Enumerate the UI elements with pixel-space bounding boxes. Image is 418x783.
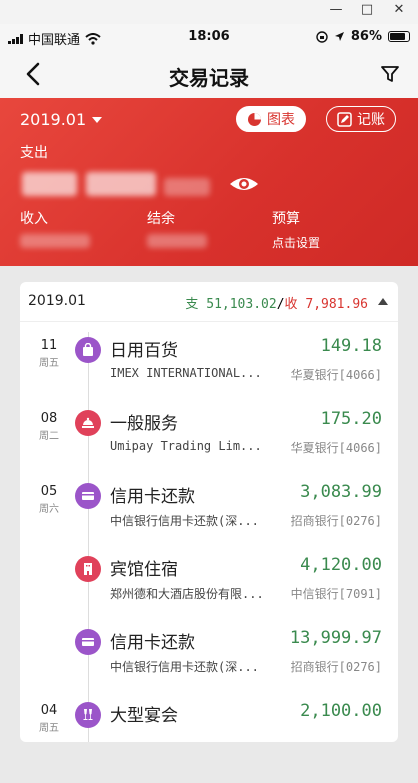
expense-prefix: 支 — [185, 297, 199, 312]
page-title: 交易记录 — [169, 66, 249, 90]
row-weekday: 周六 — [39, 504, 59, 515]
transaction-row[interactable]: 11 周五 日用百货 149.18 IMEX INTERNATIONAL... 华… — [20, 334, 398, 407]
row-amount: 2,100.00 — [300, 701, 382, 721]
row-category: 日用百货 — [110, 341, 178, 361]
service-icon — [75, 410, 101, 436]
month-summary-row[interactable]: 2019.01 支 51,103.02/收 7,981.96 — [20, 282, 398, 322]
row-description: 中信银行信用卡还款(深... — [110, 660, 259, 674]
row-bank: 招商银行[0276] — [290, 514, 382, 528]
row-category: 一般服务 — [110, 414, 178, 434]
month-label: 2019.01 — [20, 110, 87, 129]
navigation-bar: 交易记录 — [0, 50, 418, 98]
income-label: 收入 — [20, 211, 48, 227]
edit-icon — [337, 111, 352, 127]
row-category: 信用卡还款 — [110, 633, 195, 653]
income-total: 7,981.96 — [305, 297, 368, 312]
balance-label: 结余 — [147, 211, 175, 227]
battery-percent: 86% — [350, 29, 382, 44]
row-description: IMEX INTERNATIONAL... — [110, 366, 262, 380]
income-prefix: 收 — [284, 297, 298, 312]
transaction-row[interactable]: 08 周二 一般服务 175.20 Umipay Trading Lim... 华… — [20, 407, 398, 480]
hotel-icon — [75, 556, 101, 582]
chart-button-label: 图表 — [267, 112, 295, 128]
row-weekday: 周五 — [39, 723, 59, 734]
row-amount: 3,083.99 — [300, 482, 382, 502]
location-icon — [334, 32, 344, 41]
row-bank: 招商银行[0276] — [290, 660, 382, 674]
row-description: Umipay Trading Lim... — [110, 439, 262, 453]
pie-chart-icon — [248, 112, 261, 126]
transaction-row[interactable]: 宾馆住宿 4,120.00 郑州德和大酒店股份有限... 中信银行[7091] — [20, 553, 398, 626]
row-day: 11 — [40, 338, 58, 353]
row-amount: 4,120.00 — [300, 555, 382, 575]
expense-amount-masked — [22, 172, 77, 196]
row-description: 中信银行信用卡还款(深... — [110, 514, 259, 528]
budget-label: 预算 — [272, 211, 300, 227]
row-weekday: 周二 — [39, 431, 59, 442]
bookkeep-button[interactable]: 记账 — [326, 106, 396, 132]
minimize-button[interactable]: — — [325, 2, 347, 17]
expense-amount-masked — [164, 178, 210, 196]
status-bar: 中国联通 18:06 86% — [0, 24, 418, 50]
bookkeep-button-label: 记账 — [357, 112, 385, 128]
shopping-bag-icon — [75, 337, 101, 363]
row-category: 宾馆住宿 — [110, 560, 178, 580]
window-titlebar: — □ ✕ — [0, 0, 418, 24]
expense-label: 支出 — [20, 145, 48, 161]
row-description: 郑州德和大酒店股份有限... — [110, 587, 264, 601]
chart-button[interactable]: 图表 — [236, 106, 306, 132]
row-category: 信用卡还款 — [110, 487, 195, 507]
credit-card-icon — [75, 483, 101, 509]
row-category: 大型宴会 — [110, 706, 178, 726]
maximize-button[interactable]: □ — [356, 2, 378, 17]
credit-card-icon — [75, 629, 101, 655]
income-amount-masked — [20, 234, 90, 248]
bottom-area — [0, 742, 418, 783]
chevron-down-icon — [92, 116, 103, 123]
row-bank: 华夏银行[4066] — [290, 441, 382, 455]
row-bank: 华夏银行[4066] — [290, 368, 382, 382]
transaction-row[interactable]: 05 周六 信用卡还款 3,083.99 中信银行信用卡还款(深... 招商银行[… — [20, 480, 398, 553]
transaction-row[interactable]: 信用卡还款 13,999.97 中信银行信用卡还款(深... 招商银行[0276… — [20, 626, 398, 699]
banquet-icon — [75, 702, 101, 728]
battery-icon — [388, 31, 410, 42]
row-amount: 175.20 — [320, 409, 382, 429]
row-bank: 中信银行[7091] — [290, 587, 382, 601]
row-day: 04 — [40, 703, 58, 718]
transaction-card: 2019.01 支 51,103.02/收 7,981.96 11 周五 日用百货… — [20, 282, 398, 742]
row-day: 08 — [40, 411, 58, 426]
summary-header: 2019.01 图表 记账 支出 收入 结余 预算 点击设置 — [0, 98, 418, 266]
filter-icon[interactable] — [380, 64, 400, 84]
lock-rotation-icon — [316, 30, 328, 43]
list-month: 2019.01 — [28, 293, 86, 309]
close-button[interactable]: ✕ — [388, 2, 410, 17]
eye-icon[interactable] — [229, 174, 259, 194]
budget-set-link[interactable]: 点击设置 — [272, 234, 320, 251]
month-selector[interactable]: 2019.01 — [20, 110, 103, 129]
expense-total: 51,103.02 — [206, 297, 277, 312]
month-totals: 支 51,103.02/收 7,981.96 — [185, 293, 368, 312]
collapse-icon[interactable] — [378, 298, 388, 305]
balance-amount-masked — [147, 234, 207, 248]
row-weekday: 周五 — [39, 358, 59, 369]
row-amount: 13,999.97 — [289, 628, 382, 648]
totals-separator: / — [276, 297, 285, 312]
transaction-row[interactable]: 04 周五 大型宴会 2,100.00 — [20, 699, 398, 742]
row-amount: 149.18 — [320, 336, 382, 356]
row-day: 05 — [40, 484, 58, 499]
expense-amount-masked — [86, 172, 156, 196]
